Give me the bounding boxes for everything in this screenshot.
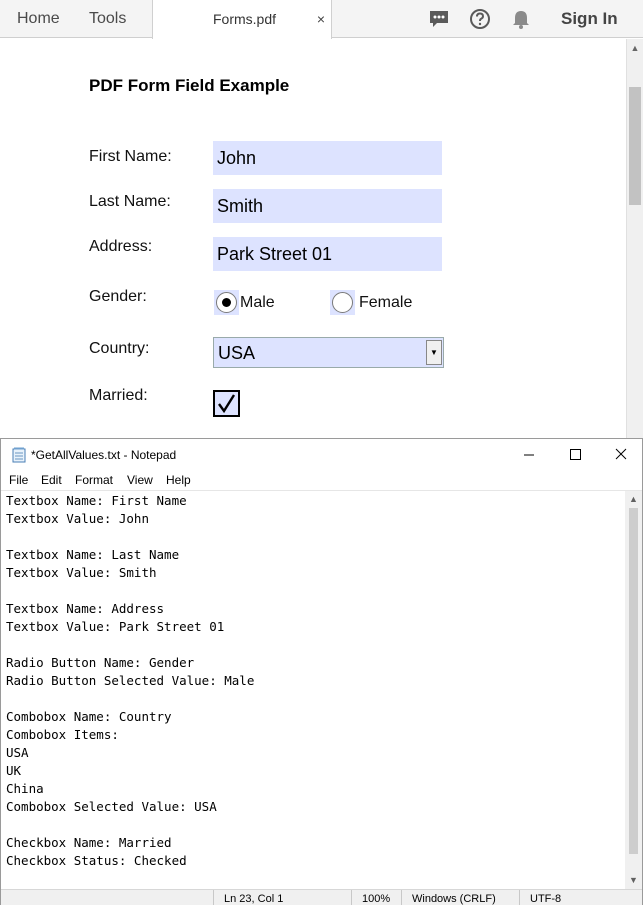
status-cursor-position: Ln 23, Col 1 [213, 890, 351, 905]
pdf-page: PDF Form Field Example First Name: John … [0, 39, 626, 438]
text-line: Checkbox Status: Checked [6, 853, 187, 868]
first-name-field[interactable]: John [213, 141, 442, 175]
form-title: PDF Form Field Example [89, 76, 290, 95]
last-name-field[interactable]: Smith [213, 189, 442, 223]
text-line [6, 690, 625, 708]
menu-edit[interactable]: Edit [41, 470, 62, 491]
help-icon[interactable] [469, 8, 491, 30]
minimize-icon[interactable] [506, 439, 552, 470]
gender-radio-male[interactable] [214, 290, 239, 315]
document-tab[interactable]: Forms.pdf × [152, 0, 332, 39]
last-name-label: Last Name: [89, 193, 171, 210]
radio-circle [332, 292, 353, 313]
radio-circle [216, 292, 237, 313]
country-label: Country: [89, 340, 150, 357]
text-line: China [6, 781, 44, 796]
notepad-menu-bar: File Edit Format View Help [1, 470, 642, 491]
notepad-status-bar: Ln 23, Col 1 100% Windows (CRLF) UTF-8 [1, 889, 642, 905]
notepad-text-area[interactable]: Textbox Name: First Name Textbox Value: … [1, 491, 625, 886]
comment-icon[interactable] [428, 8, 450, 30]
notepad-title: *GetAllValues.txt - Notepad [31, 448, 177, 462]
gender-radio-male-label: Male [240, 294, 275, 311]
address-label: Address: [89, 238, 153, 255]
text-line: USA [6, 745, 29, 760]
pdf-scroll-thumb[interactable] [629, 87, 641, 205]
married-label: Married: [89, 387, 148, 404]
country-combobox[interactable]: USA ▼ [213, 337, 444, 368]
address-field[interactable]: Park Street 01 [213, 237, 442, 271]
notepad-scrollbar[interactable]: ▲ ▼ [625, 491, 642, 889]
maximize-icon[interactable] [552, 439, 598, 470]
checkmark-icon [218, 394, 236, 414]
text-line: Textbox Name: Last Name [6, 547, 180, 562]
pdf-tab-bar: Home Tools Forms.pdf × Sign In [0, 0, 643, 39]
scroll-up-icon[interactable]: ▲ [625, 491, 642, 508]
close-icon[interactable] [598, 439, 643, 470]
text-line: Radio Button Name: Gender [6, 655, 195, 670]
text-line: Textbox Value: Park Street 01 [6, 619, 225, 634]
text-line [6, 528, 625, 546]
close-tab-icon[interactable]: × [317, 0, 325, 38]
text-line: UK [6, 763, 22, 778]
gender-label: Gender: [89, 288, 147, 305]
sign-in-button[interactable]: Sign In [561, 0, 618, 38]
text-line [6, 636, 625, 654]
status-line-ending: Windows (CRLF) [401, 890, 519, 905]
document-tab-label: Forms.pdf [213, 11, 277, 27]
text-line [6, 816, 625, 834]
radio-selected-dot [222, 298, 231, 307]
country-combobox-value: USA [218, 343, 256, 363]
menu-file[interactable]: File [9, 470, 28, 491]
text-line: Textbox Value: John [6, 511, 149, 526]
scroll-down-icon[interactable]: ▼ [625, 872, 642, 889]
status-encoding: UTF-8 [519, 890, 624, 905]
first-name-label: First Name: [89, 148, 172, 165]
menu-format[interactable]: Format [75, 470, 113, 491]
text-line: Combobox Selected Value: USA [6, 799, 217, 814]
scroll-up-icon[interactable]: ▲ [627, 41, 643, 55]
bell-icon[interactable] [510, 8, 532, 30]
married-checkbox[interactable] [213, 390, 240, 417]
text-line: Radio Button Selected Value: Male [6, 673, 255, 688]
text-line [6, 582, 625, 600]
gender-radio-female[interactable] [330, 290, 355, 315]
pdf-scrollbar[interactable]: ▲ [626, 39, 643, 438]
notepad-title-bar[interactable]: *GetAllValues.txt - Notepad [1, 439, 642, 470]
menu-view[interactable]: View [127, 470, 153, 491]
text-line: Combobox Name: Country [6, 709, 172, 724]
notepad-scroll-thumb[interactable] [629, 508, 638, 854]
text-line: Textbox Value: Smith [6, 565, 157, 580]
notepad-app-icon [12, 447, 26, 463]
pdf-viewer-window: Home Tools Forms.pdf × Sign In PDF Form … [0, 0, 643, 438]
menu-help[interactable]: Help [166, 470, 191, 491]
text-line: Textbox Name: First Name [6, 493, 187, 508]
text-line: Checkbox Name: Married [6, 835, 172, 850]
text-line: Combobox Items: [6, 727, 119, 742]
nav-tab-tools[interactable]: Tools [89, 0, 126, 38]
text-line: Textbox Name: Address [6, 601, 165, 616]
chevron-down-icon[interactable]: ▼ [426, 340, 442, 365]
status-zoom: 100% [351, 890, 401, 905]
notepad-window: *GetAllValues.txt - Notepad File Edit Fo… [0, 438, 643, 905]
nav-tab-home[interactable]: Home [17, 0, 60, 38]
gender-radio-female-label: Female [359, 294, 413, 311]
